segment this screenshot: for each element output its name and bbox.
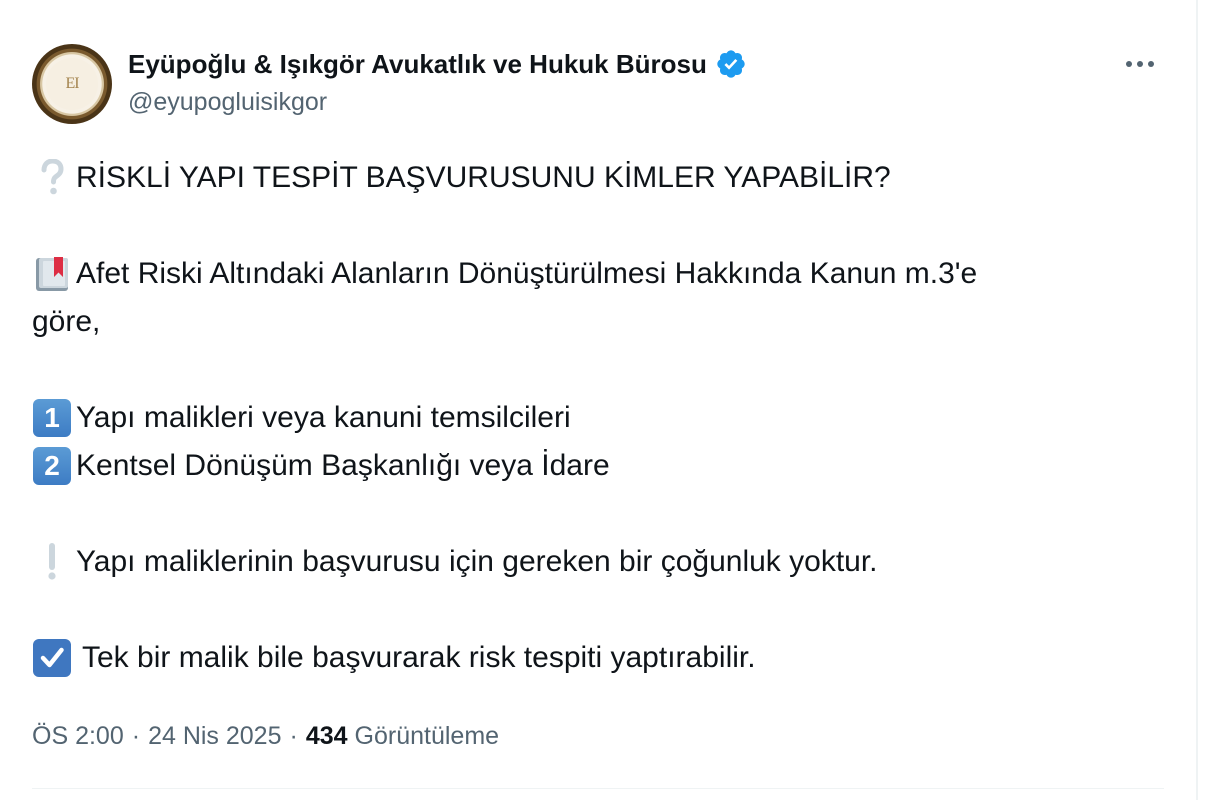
author-name-row: Eyüpoğlu & Işıkgör Avukatlık ve Hukuk Bü…: [128, 44, 747, 84]
tweet-item-1-text: Yapı malikleri veya kanuni temsilcileri: [76, 401, 571, 434]
question-mark-icon: [32, 158, 72, 198]
tweet-line-note: Yapı maliklerinin başvurusu için gereken…: [32, 538, 1172, 586]
tweet-divider: [32, 788, 1164, 789]
timeline-border: [1196, 0, 1198, 800]
tweet: EI Eyüpoğlu & Işıkgör Avukatlık ve Hukuk…: [0, 0, 1196, 800]
tweet-law-text-line2: göre,: [32, 305, 101, 338]
avatar-monogram: EI: [65, 75, 79, 92]
tweet-metadata: ÖS 2:00 · 24 Nis 2025 · 434 Görüntüleme: [32, 716, 499, 756]
tweet-line-heading: RİSKLİ YAPI TESPİT BAŞVURUSUNU KİMLER YA…: [32, 154, 1172, 202]
keycap-two-icon: 2: [32, 446, 72, 486]
tweet-heading-text: RİSKLİ YAPI TESPİT BAŞVURUSUNU KİMLER YA…: [76, 161, 891, 194]
tweet-conclusion-text: Tek bir malik bile başvurarak risk tespi…: [82, 641, 756, 674]
author-display-name[interactable]: Eyüpoğlu & Işıkgör Avukatlık ve Hukuk Bü…: [128, 49, 707, 80]
exclamation-icon: [32, 542, 72, 582]
tweet-note-text: Yapı maliklerinin başvurusu için gereken…: [76, 545, 878, 578]
checkbox-icon: [32, 638, 72, 678]
views-label: Görüntüleme: [354, 721, 500, 750]
tweet-time[interactable]: ÖS 2:00: [32, 722, 124, 751]
author-handle[interactable]: @eyupogluisikgor: [128, 88, 327, 117]
tweet-text: RİSKLİ YAPI TESPİT BAŞVURUSUNU KİMLER YA…: [32, 154, 1172, 682]
tweet-law-text-line1: Afet Riski Altındaki Alanların Dönüştürü…: [76, 257, 978, 290]
tweet-line-conclusion: Tek bir malik bile başvurarak risk tespi…: [32, 634, 1172, 682]
more-dots-icon: [1126, 61, 1154, 67]
views-count: 434: [305, 721, 348, 750]
more-options-button[interactable]: [1120, 48, 1160, 80]
keycap-one-icon: 1: [32, 398, 72, 438]
tweet-list-item-1: 1 Yapı malikleri veya kanuni temsilciler…: [32, 394, 1172, 442]
author-avatar[interactable]: EI: [32, 44, 112, 124]
meta-separator: ·: [131, 721, 141, 750]
tweet-line-law-cont: göre,: [32, 298, 1172, 346]
bookmark-book-icon: [32, 254, 72, 294]
tweet-date[interactable]: 24 Nis 2025: [148, 722, 281, 751]
avatar-logo: EI: [46, 58, 98, 110]
tweet-item-2-text: Kentsel Dönüşüm Başkanlığı veya İdare: [76, 449, 610, 482]
meta-separator: ·: [289, 721, 298, 750]
tweet-line-law: Afet Riski Altındaki Alanların Dönüştürü…: [32, 250, 1172, 298]
tweet-list-item-2: 2 Kentsel Dönüşüm Başkanlığı veya İdare: [32, 442, 1172, 490]
verified-badge-icon[interactable]: [715, 48, 747, 80]
